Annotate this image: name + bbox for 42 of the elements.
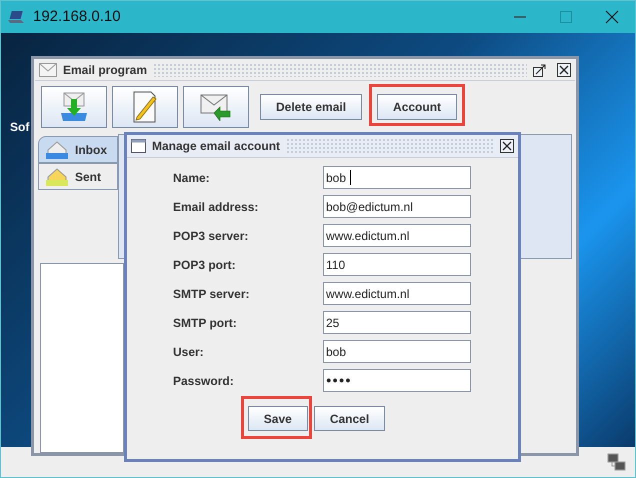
toolbar-button[interactable]: Delete email [260,94,362,120]
text-field[interactable]: ●●●● [323,369,471,392]
network-icon [607,453,627,471]
side-tab[interactable]: Sent [38,163,118,190]
field-label: POP3 port: [173,256,237,274]
dialog-button[interactable]: Cancel [314,406,386,431]
window-icon [131,139,146,153]
text-field[interactable]: www.edictum.nl [323,282,471,305]
window-title: 192.168.0.10 [33,6,121,27]
field-label: Password: [173,372,235,390]
field-label: Email address: [173,198,260,216]
text-field[interactable]: www.edictum.nl [323,224,471,247]
side-tab[interactable]: Inbox [38,136,118,163]
field-label: POP3 server: [173,228,250,244]
text-field[interactable]: bob@edictum.nl [323,195,471,218]
desktop-icon-label: Sof [10,119,30,136]
text-field[interactable]: 25 [323,311,471,334]
toolbar-button[interactable]: Account [377,94,458,120]
download-tray-icon [59,91,89,123]
close-icon[interactable] [605,10,619,24]
field-label: User: [173,344,205,360]
laptop-icon [7,10,25,24]
field-label: Name: [173,170,211,186]
internal-window-title: Email program [63,62,148,79]
dialog-button[interactable]: Save [248,406,308,431]
dialog-title: Manage email account [152,138,280,155]
text-field[interactable]: bob [323,166,471,189]
envelope-icon [39,63,57,77]
envelope-arrow-icon [200,93,232,121]
reply-button[interactable] [183,86,249,128]
close-icon[interactable] [557,63,571,77]
close-icon[interactable] [500,139,514,153]
field-label: SMTP port: [173,314,238,332]
text-field[interactable]: 110 [323,253,471,276]
fetch-mail-button[interactable] [41,86,107,128]
field-label: SMTP server: [173,286,250,302]
text-field[interactable]: bob [323,340,471,363]
maximize-icon[interactable] [533,63,547,77]
pencil-paper-icon [131,91,159,123]
envelope-tray-icon [45,140,69,160]
open-envelope-icon [45,166,69,186]
compose-button[interactable] [112,86,178,128]
